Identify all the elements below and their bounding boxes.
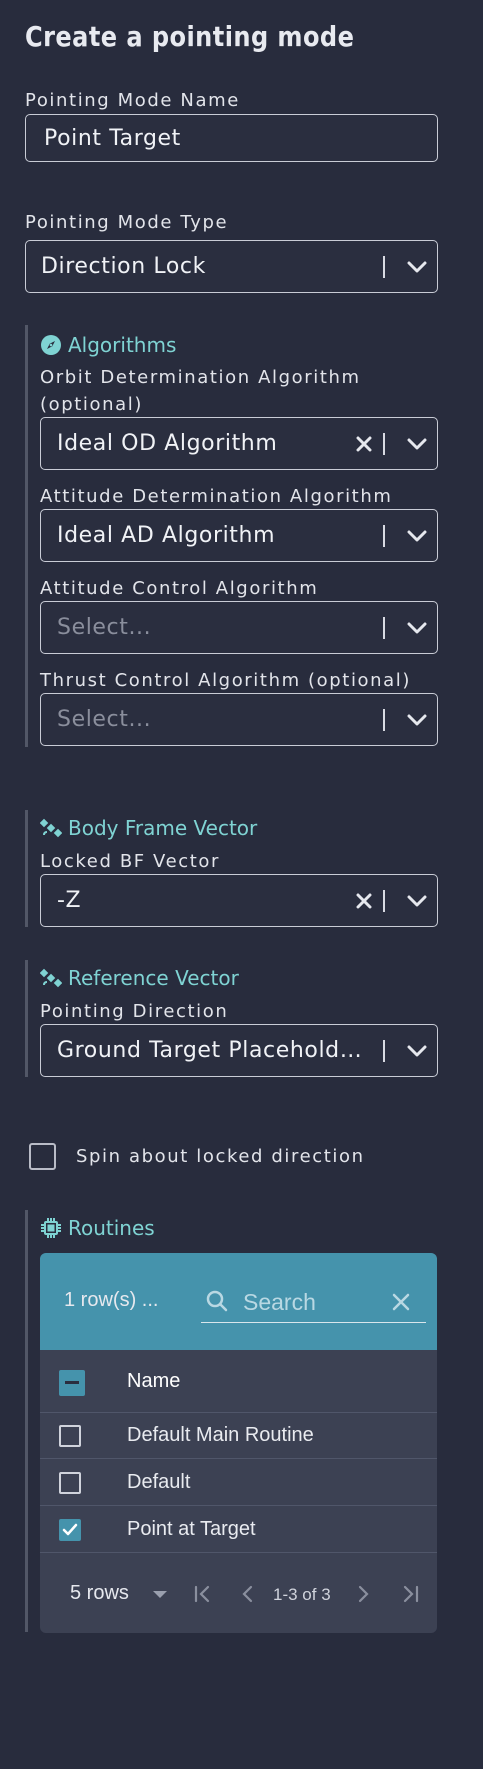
attitude-control-select[interactable]: Select... — [40, 601, 438, 654]
select-all-checkbox[interactable] — [59, 1370, 85, 1396]
routines-section-title: Routines — [40, 1216, 155, 1240]
attitude-control-placeholder: Select... — [57, 615, 152, 640]
reference-vector-section-title: Reference Vector — [40, 966, 239, 990]
attitude-determination-select[interactable]: Ideal AD Algorithm — [40, 509, 438, 562]
clear-icon[interactable] — [349, 875, 379, 926]
routine-name: Default — [127, 1471, 191, 1493]
routines-title-text: Routines — [68, 1216, 155, 1240]
table-header-row: Name — [40, 1350, 437, 1413]
pointing-mode-type-label: Pointing Mode Type — [25, 212, 229, 233]
algorithms-title-text: Algorithms — [68, 333, 177, 357]
satellite-icon — [40, 818, 62, 838]
attitude-determination-label: Attitude Determination Algorithm — [40, 486, 393, 507]
previous-page-icon[interactable] — [240, 1584, 256, 1604]
thrust-control-label: Thrust Control Algorithm (optional) — [40, 670, 412, 691]
clear-search-icon[interactable] — [391, 1292, 411, 1312]
column-header-name[interactable]: Name — [127, 1370, 180, 1393]
page-range: 1-3 of 3 — [273, 1585, 331, 1604]
locked-bf-vector-label: Locked BF Vector — [40, 851, 221, 872]
reference-vector-section-rule — [25, 960, 28, 1077]
rows-per-page-value[interactable]: 5 rows — [70, 1582, 129, 1605]
routines-table-toolbar: 1 row(s) ... Search — [40, 1253, 437, 1350]
routines-section-rule — [25, 1210, 28, 1632]
chevron-down-icon[interactable] — [397, 241, 437, 292]
pointing-mode-type-value: Direction Lock — [41, 254, 206, 279]
first-page-icon[interactable] — [193, 1584, 213, 1604]
select-separator — [383, 255, 385, 278]
select-separator — [383, 889, 385, 912]
indeterminate-icon — [65, 1381, 79, 1384]
body-frame-section-rule — [25, 810, 28, 927]
pointing-mode-type-select[interactable]: Direction Lock — [25, 240, 438, 293]
routine-name: Default Main Routine — [127, 1424, 314, 1446]
row-checkbox[interactable] — [59, 1425, 81, 1447]
clear-icon[interactable] — [349, 418, 379, 469]
orbit-determination-value: Ideal OD Algorithm — [57, 431, 278, 456]
chevron-down-icon[interactable] — [397, 602, 437, 653]
table-row[interactable]: Point at Target — [40, 1507, 437, 1553]
pointing-direction-select[interactable]: Ground Target Placeholder... — [40, 1024, 438, 1077]
chevron-down-icon[interactable] — [397, 694, 437, 745]
reference-vector-title-text: Reference Vector — [68, 966, 239, 990]
routine-name: Point at Target — [127, 1518, 256, 1540]
locked-bf-vector-select[interactable]: -Z — [40, 874, 438, 927]
pointing-direction-value: Ground Target Placeholder... — [57, 1038, 375, 1063]
chevron-down-icon[interactable] — [397, 1025, 437, 1076]
search-icon — [206, 1290, 228, 1312]
caret-down-icon[interactable] — [152, 1590, 168, 1600]
select-separator — [383, 1039, 385, 1062]
selection-summary: 1 row(s) ... — [64, 1289, 159, 1311]
row-checkbox-checked[interactable] — [59, 1519, 81, 1541]
page-title: Create a pointing mode — [25, 20, 355, 53]
chevron-down-icon[interactable] — [397, 510, 437, 561]
orbit-determination-select[interactable]: Ideal OD Algorithm — [40, 417, 438, 470]
table-row[interactable]: Default Main Routine — [40, 1413, 437, 1459]
compass-icon — [41, 335, 61, 355]
last-page-icon[interactable] — [400, 1584, 420, 1604]
select-separator — [383, 524, 385, 547]
satellite-icon — [40, 968, 62, 988]
select-separator — [383, 432, 385, 455]
pointing-mode-name-value: Point Target — [44, 125, 181, 151]
next-page-icon[interactable] — [355, 1584, 371, 1604]
algorithms-section-title: Algorithms — [40, 333, 176, 357]
attitude-control-label: Attitude Control Algorithm — [40, 578, 319, 599]
orbit-determination-label-optional: (optional) — [40, 394, 143, 415]
routines-table: 1 row(s) ... Search Name Default Main Ro… — [40, 1253, 437, 1633]
pointing-mode-name-label: Pointing Mode Name — [25, 90, 240, 111]
table-footer: 5 rows 1-3 of 3 — [40, 1554, 437, 1633]
select-separator — [383, 708, 385, 731]
search-input[interactable]: Search — [201, 1281, 426, 1323]
body-frame-title-text: Body Frame Vector — [68, 816, 258, 840]
pointing-direction-label: Pointing Direction — [40, 1001, 229, 1022]
check-icon — [62, 1523, 78, 1536]
chevron-down-icon[interactable] — [397, 418, 437, 469]
body-frame-section-title: Body Frame Vector — [40, 816, 257, 840]
thrust-control-placeholder: Select... — [57, 707, 152, 732]
chip-icon — [41, 1218, 61, 1238]
chevron-down-icon[interactable] — [397, 875, 437, 926]
algorithms-section-rule — [25, 325, 28, 747]
orbit-determination-label: Orbit Determination Algorithm — [40, 367, 361, 388]
pointing-mode-name-input[interactable]: Point Target — [25, 114, 438, 162]
search-placeholder: Search — [243, 1289, 316, 1315]
locked-bf-vector-value: -Z — [57, 888, 82, 913]
attitude-determination-value: Ideal AD Algorithm — [57, 523, 276, 548]
table-row[interactable]: Default — [40, 1460, 437, 1506]
select-separator — [383, 616, 385, 639]
row-checkbox[interactable] — [59, 1472, 81, 1494]
spin-checkbox[interactable] — [29, 1143, 56, 1170]
spin-label: Spin about locked direction — [76, 1146, 365, 1167]
thrust-control-select[interactable]: Select... — [40, 693, 438, 746]
